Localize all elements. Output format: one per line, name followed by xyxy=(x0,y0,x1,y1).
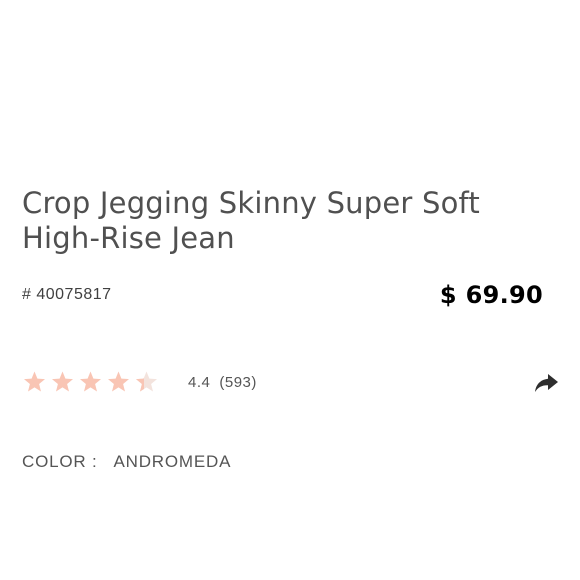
color-value: ANDROMEDA xyxy=(113,452,232,471)
star-icon xyxy=(134,370,159,394)
product-price: $ 69.90 xyxy=(439,281,543,309)
star-icon xyxy=(78,370,103,394)
star-icon xyxy=(106,370,131,394)
product-title: Crop Jegging Skinny Super Soft High-Rise… xyxy=(22,186,542,256)
product-sku: # 40075817 xyxy=(22,286,112,303)
review-count[interactable]: (593) xyxy=(219,374,257,391)
share-button[interactable] xyxy=(531,367,561,397)
star-icon xyxy=(22,370,47,394)
color-row: COLOR : ANDROMEDA xyxy=(22,452,231,472)
rating-row[interactable]: 4.4 (593) xyxy=(22,368,257,396)
rating-value: 4.4 xyxy=(188,373,211,391)
product-title-line-2: High-Rise Jean xyxy=(22,221,235,255)
star-icon xyxy=(50,370,75,394)
share-arrow-icon xyxy=(531,367,561,397)
color-label: COLOR : xyxy=(22,452,98,471)
star-rating[interactable] xyxy=(22,370,162,394)
product-title-line-1: Crop Jegging Skinny Super Soft xyxy=(22,186,480,220)
